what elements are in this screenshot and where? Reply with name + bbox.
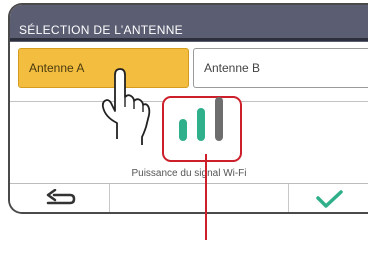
bottom-toolbar [10,183,368,212]
antenna-b-label: Antenne B [204,61,261,75]
signal-strength-label: Puissance du signal Wi-Fi [131,168,247,179]
callout-leader-line [205,154,207,240]
device-screen: SÉLECTION DE L’ANTENNE Antenne A Antenne… [8,3,368,214]
checkmark-icon [315,189,343,208]
antenna-a-label: Antenne A [29,61,85,75]
confirm-button[interactable] [289,184,368,212]
header-rule [10,38,368,41]
return-arrow-icon [46,188,75,204]
antenna-b-button[interactable]: Antenne B [193,48,368,88]
header-bar: SÉLECTION DE L’ANTENNE [10,5,368,42]
pointing-hand-icon [101,68,151,145]
signal-strength-callout [162,96,242,162]
signal-bar-3 [215,97,223,141]
signal-bar-2 [197,108,205,141]
page-title: SÉLECTION DE L’ANTENNE [19,23,183,37]
empty-toolbar-slot [109,184,289,212]
back-button[interactable] [10,184,110,212]
signal-bar-1 [179,119,187,141]
